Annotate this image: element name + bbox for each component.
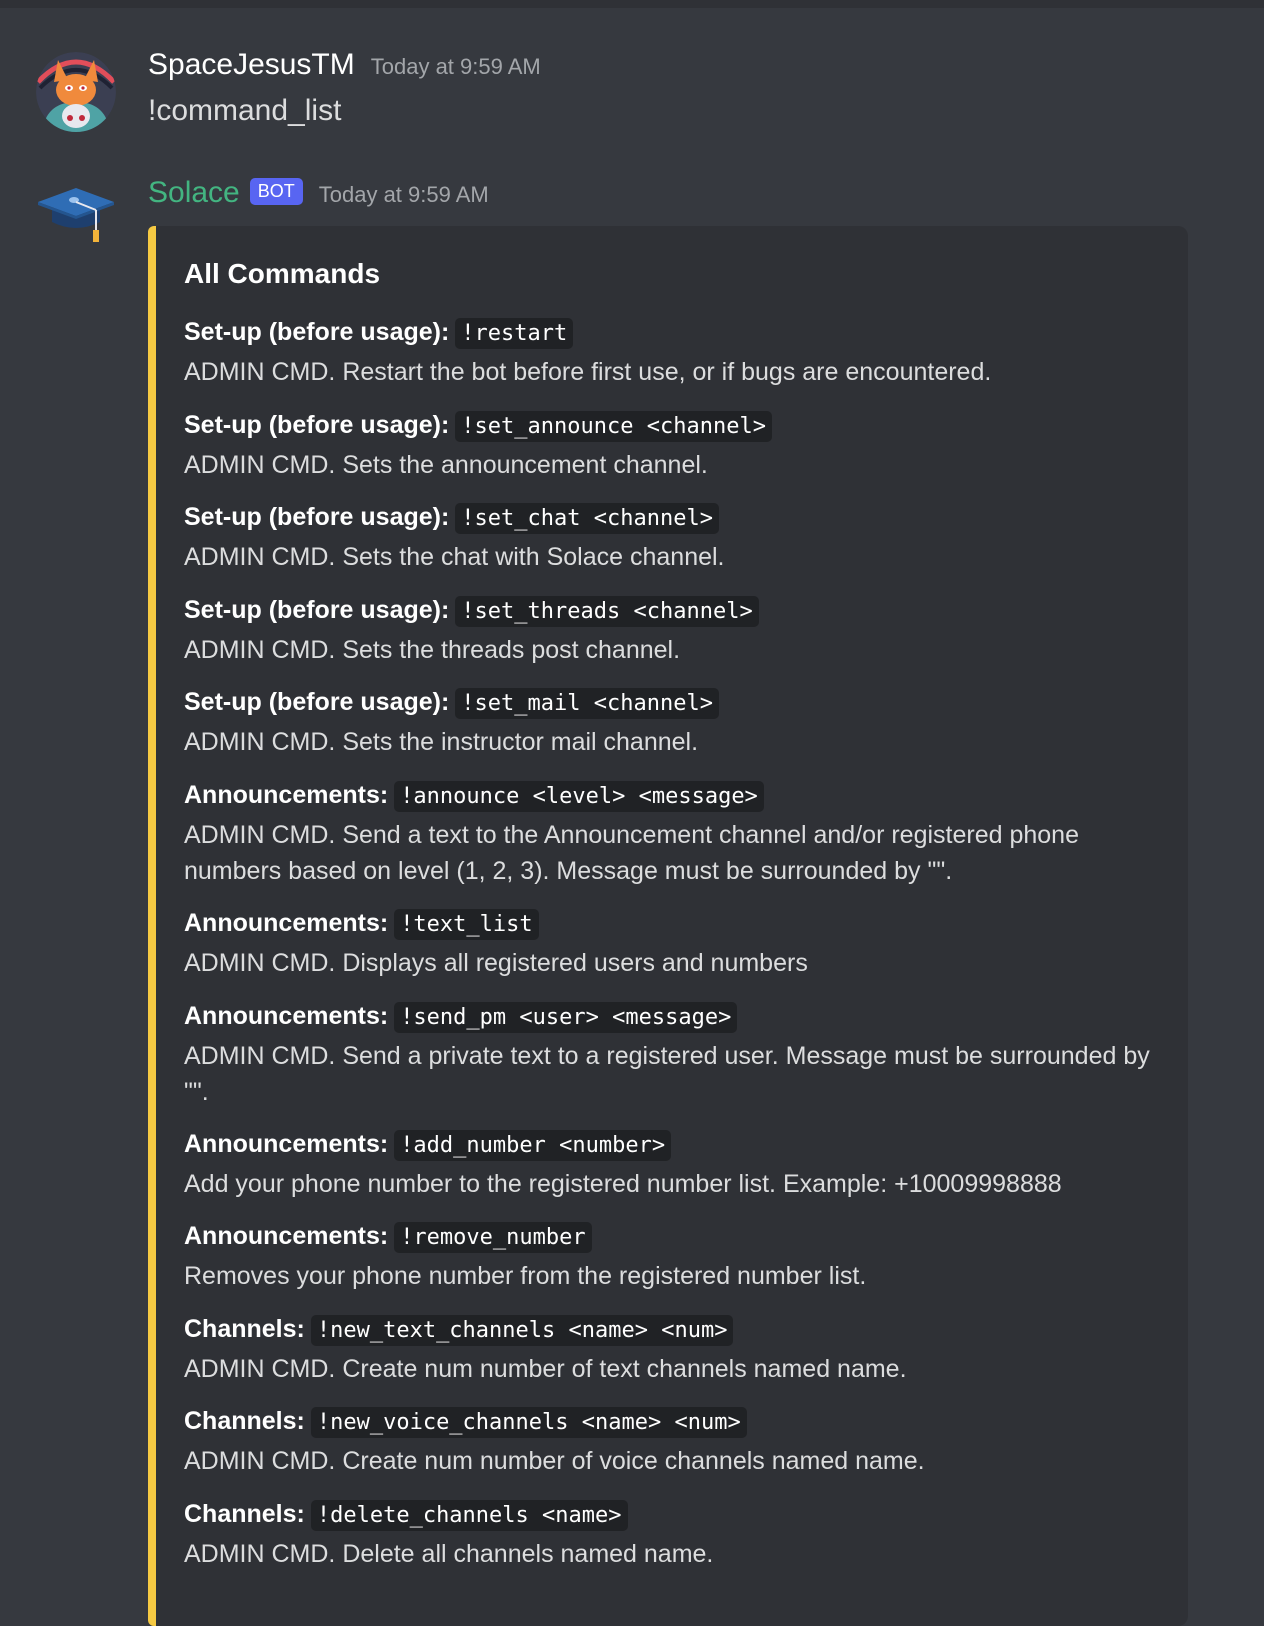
embed-field: Channels: !new_text_channels <name> <num>… (184, 1311, 1159, 1387)
command-code: !set_threads <channel> (455, 596, 759, 627)
field-value: ADMIN CMD. Send a private text to a regi… (184, 1042, 1150, 1106)
field-name: Set-up (before usage): !set_announce <cha… (184, 407, 1159, 445)
field-label: Channels: (184, 1500, 305, 1528)
command-code: !remove_number (394, 1222, 592, 1253)
field-label: Announcements: (184, 1222, 389, 1250)
fox-avatar-icon (36, 52, 116, 132)
field-value: ADMIN CMD. Sets the threads post channel… (184, 636, 681, 664)
field-value: ADMIN CMD. Delete all channels named nam… (184, 1540, 714, 1568)
embed-field: Set-up (before usage): !set_threads <chan… (184, 592, 1159, 668)
command-code: !set_chat <channel> (455, 503, 719, 534)
command-code: !delete_channels <name> (310, 1500, 628, 1531)
graduation-cap-icon (38, 188, 114, 242)
username[interactable]: Solace (148, 176, 240, 210)
avatar[interactable] (36, 180, 116, 260)
command-code: !restart (455, 318, 574, 349)
embed-field: Channels: !delete_channels <name> ADMIN C… (184, 1496, 1159, 1572)
window-top-edge (0, 0, 1264, 8)
field-value: Add your phone number to the registered … (184, 1170, 1062, 1198)
field-name: Channels: !new_text_channels <name> <num> (184, 1311, 1159, 1349)
field-name: Announcements: !remove_number (184, 1218, 1159, 1256)
field-name: Set-up (before usage): !restart (184, 314, 1159, 352)
bot-badge: BOT (249, 178, 303, 205)
username[interactable]: SpaceJesusTM (148, 48, 355, 82)
embed-title: All Commands (184, 258, 381, 289)
field-name: Announcements: !announce <level> <message… (184, 777, 1159, 815)
field-name: Set-up (before usage): !set_threads <chan… (184, 592, 1159, 630)
message-header: SpaceJesusTM Today at 9:59 AM (148, 48, 541, 82)
command-code: !text_list (394, 909, 539, 940)
command-code: !new_text_channels <name> <num> (310, 1315, 734, 1346)
field-label: Channels: (184, 1407, 305, 1435)
field-label: Set-up (before usage): (184, 411, 450, 439)
field-name: Announcements: !text_list (184, 905, 1159, 943)
field-label: Announcements: (184, 781, 389, 809)
command-code: !send_pm <user> <message> (394, 1002, 738, 1033)
avatar[interactable] (36, 52, 116, 132)
embed-field: Announcements: !text_list ADMIN CMD. Disp… (184, 905, 1159, 981)
field-name: Set-up (before usage): !set_chat <channel… (184, 499, 1159, 537)
field-value: ADMIN CMD. Sets the announcement channel… (184, 451, 708, 479)
command-code: !announce <level> <message> (394, 781, 764, 812)
field-value: ADMIN CMD. Sets the chat with Solace cha… (184, 543, 725, 571)
field-value: ADMIN CMD. Restart the bot before first … (184, 358, 992, 386)
field-name: Channels: !new_voice_channels <name> <num… (184, 1403, 1159, 1441)
field-label: Set-up (before usage): (184, 503, 450, 531)
field-label: Announcements: (184, 1002, 389, 1030)
field-label: Set-up (before usage): (184, 318, 450, 346)
field-value: ADMIN CMD. Displays all registered users… (184, 949, 808, 977)
embed-field: Announcements: !send_pm <user> <message> … (184, 998, 1159, 1110)
message-header: Solace BOT Today at 9:59 AM (148, 176, 489, 210)
field-value: Removes your phone number from the regis… (184, 1262, 867, 1290)
embed-field: Set-up (before usage): !restart ADMIN CMD… (184, 314, 1159, 390)
field-value: ADMIN CMD. Sets the instructor mail chan… (184, 728, 699, 756)
embed-field: Channels: !new_voice_channels <name> <num… (184, 1403, 1159, 1479)
embed-field: Announcements: !remove_number Removes you… (184, 1218, 1159, 1294)
field-value: ADMIN CMD. Create num number of voice ch… (184, 1447, 925, 1475)
field-label: Set-up (before usage): (184, 688, 450, 716)
field-name: Announcements: !add_number <number> (184, 1126, 1159, 1164)
command-code: !add_number <number> (394, 1130, 672, 1161)
embed-field: Set-up (before usage): !set_chat <channel… (184, 499, 1159, 575)
field-name: Set-up (before usage): !set_mail <channel… (184, 684, 1159, 722)
command-code: !set_mail <channel> (455, 688, 719, 719)
field-value: ADMIN CMD. Create num number of text cha… (184, 1355, 907, 1383)
timestamp[interactable]: Today at 9:59 AM (319, 182, 489, 208)
field-label: Announcements: (184, 1130, 389, 1158)
embed-field: Announcements: !add_number <number> Add y… (184, 1126, 1159, 1202)
timestamp[interactable]: Today at 9:59 AM (371, 54, 541, 80)
field-label: Set-up (before usage): (184, 596, 450, 624)
message-text: !command_list (148, 94, 342, 127)
field-name: Announcements: !send_pm <user> <message> (184, 998, 1159, 1036)
command-code: !new_voice_channels <name> <num> (310, 1407, 747, 1438)
embed-field: Set-up (before usage): !set_announce <cha… (184, 407, 1159, 483)
field-name: Channels: !delete_channels <name> (184, 1496, 1159, 1534)
command-code: !set_announce <channel> (455, 411, 772, 442)
embed-field: Announcements: !announce <level> <message… (184, 777, 1159, 889)
embed: All Commands Set-up (before usage): !rest… (148, 226, 1188, 1626)
field-label: Announcements: (184, 909, 389, 937)
embed-field: Set-up (before usage): !set_mail <channel… (184, 684, 1159, 760)
field-label: Channels: (184, 1315, 305, 1343)
field-value: ADMIN CMD. Send a text to the Announceme… (184, 821, 1079, 885)
